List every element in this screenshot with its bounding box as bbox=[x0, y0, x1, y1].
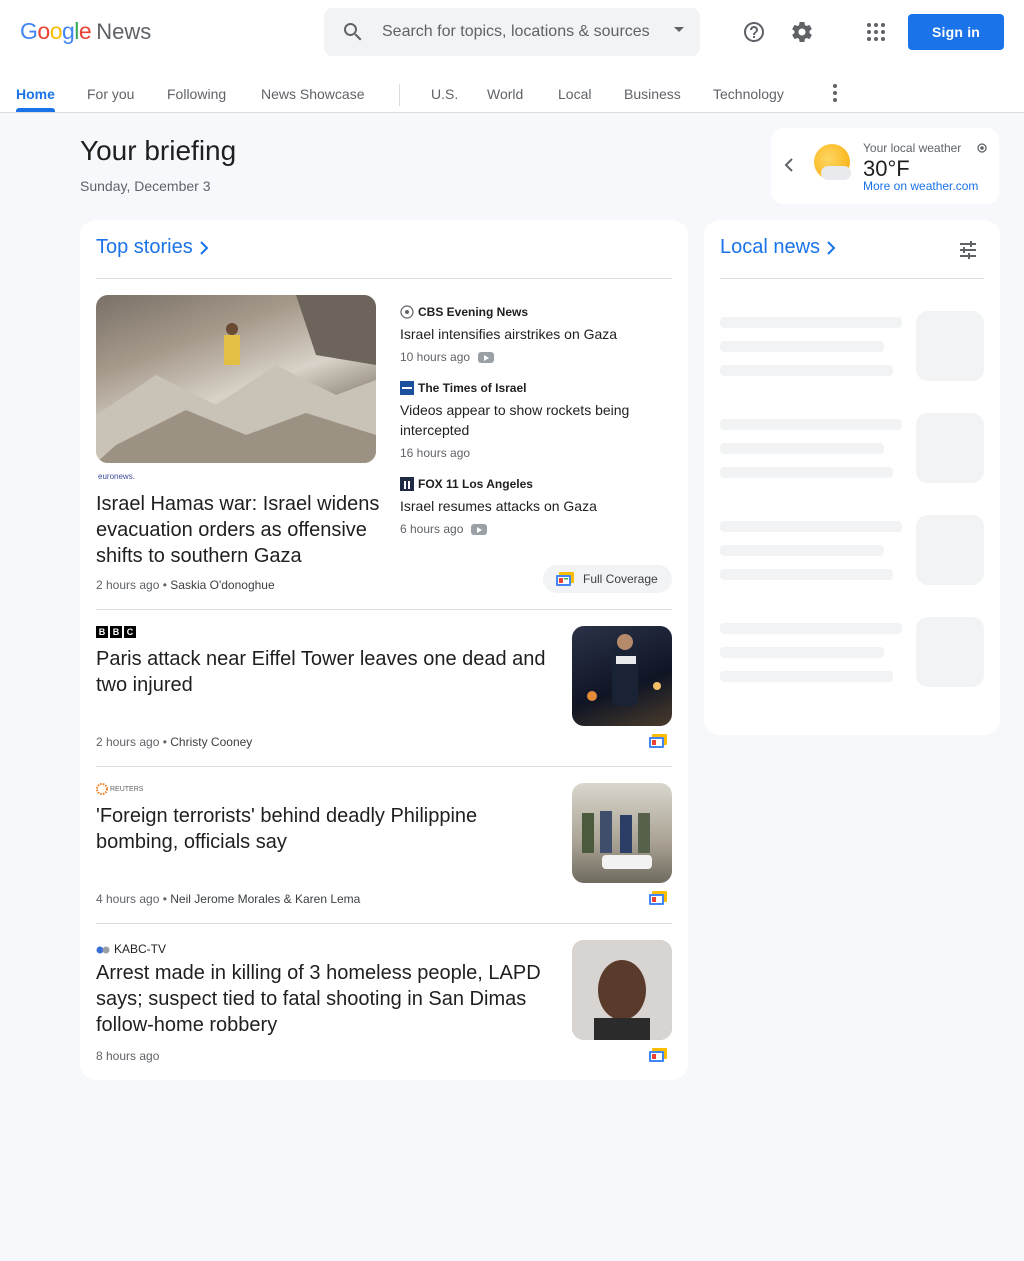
related-story-1[interactable]: CBS Evening News Israel intensifies airs… bbox=[400, 304, 672, 364]
briefing-title: Your briefing bbox=[80, 135, 237, 166]
full-coverage-icon[interactable] bbox=[649, 1048, 667, 1062]
nav-tab-world[interactable]: World bbox=[487, 86, 523, 102]
nav-tab-home[interactable]: Home bbox=[16, 86, 55, 102]
story-divider bbox=[96, 923, 672, 924]
briefing-date: Sunday, December 3 bbox=[80, 178, 211, 194]
full-coverage-button[interactable]: Full Coverage bbox=[543, 565, 672, 593]
story-title[interactable]: Arrest made in killing of 3 homeless peo… bbox=[96, 960, 556, 1038]
weather-widget[interactable]: Your local weather 30°F More on weather.… bbox=[771, 128, 999, 204]
reuters-logo: REUTERS bbox=[96, 783, 143, 795]
weather-label: Your local weather bbox=[863, 141, 962, 155]
story-thumbnail[interactable] bbox=[572, 940, 672, 1040]
section-divider bbox=[720, 278, 984, 279]
search-bar[interactable] bbox=[324, 8, 700, 56]
search-dropdown-icon[interactable] bbox=[674, 27, 684, 32]
times-of-israel-icon bbox=[400, 381, 414, 395]
story-title[interactable]: 'Foreign terrorists' behind deadly Phili… bbox=[96, 803, 556, 855]
full-coverage-icon[interactable] bbox=[649, 734, 667, 748]
local-news-heading[interactable]: Local news bbox=[720, 236, 836, 259]
nav-divider bbox=[399, 84, 400, 106]
cbs-eye-icon bbox=[400, 305, 414, 319]
more-vert-icon[interactable] bbox=[826, 82, 844, 104]
google-news-logo[interactable]: Google News bbox=[20, 18, 151, 48]
top-stories-heading[interactable]: Top stories bbox=[96, 236, 209, 259]
story-meta: 2 hours ago • Christy Cooney bbox=[96, 735, 253, 749]
related-story-2[interactable]: The Times of Israel Videos appear to sho… bbox=[400, 380, 672, 460]
chevron-left-icon[interactable] bbox=[783, 158, 795, 172]
related-source: FOX 11 Los Angeles bbox=[418, 477, 533, 491]
related-story-3[interactable]: FOX 11 Los Angeles Israel resumes attack… bbox=[400, 476, 672, 536]
top-stories-title[interactable]: Top stories bbox=[96, 236, 193, 259]
news-wordmark: News bbox=[96, 19, 152, 44]
top-stories-card: Top stories euronews. Israel Hamas war: … bbox=[80, 220, 688, 1080]
bbc-logo: B B C bbox=[96, 626, 136, 638]
related-time: 16 hours ago bbox=[400, 446, 471, 460]
search-input[interactable] bbox=[382, 20, 652, 44]
story-divider bbox=[96, 766, 672, 767]
euronews-logo: euronews. bbox=[98, 472, 135, 481]
rubble-scene-image bbox=[96, 295, 376, 463]
related-title[interactable]: Israel intensifies airstrikes on Gaza bbox=[400, 324, 672, 344]
nav-tab-following[interactable]: Following bbox=[167, 86, 226, 102]
chevron-right-icon bbox=[200, 240, 209, 255]
app-header: Google News Sign in Home For you Followi… bbox=[0, 0, 1024, 113]
full-coverage-icon[interactable] bbox=[649, 891, 667, 905]
kabc-icon bbox=[96, 946, 110, 954]
fox11-icon bbox=[400, 477, 414, 491]
story-title[interactable]: Paris attack near Eiffel Tower leaves on… bbox=[96, 646, 556, 698]
nav-tab-us[interactable]: U.S. bbox=[431, 86, 458, 102]
nav-tab-business[interactable]: Business bbox=[624, 86, 681, 102]
local-news-card: Local news bbox=[704, 220, 1000, 735]
settings-gear-icon[interactable] bbox=[790, 20, 814, 44]
related-source: CBS Evening News bbox=[418, 305, 529, 319]
story-divider bbox=[96, 609, 672, 610]
section-divider bbox=[96, 278, 672, 279]
help-icon[interactable] bbox=[742, 20, 766, 44]
story-meta: 4 hours ago • Neil Jerome Morales & Kare… bbox=[96, 892, 361, 906]
video-icon bbox=[478, 351, 495, 363]
hero-story-author: Saskia O'donoghue bbox=[170, 578, 275, 592]
story-meta: 8 hours ago bbox=[96, 1049, 160, 1063]
tune-settings-icon[interactable] bbox=[958, 240, 978, 260]
nav-tab-for-you[interactable]: For you bbox=[87, 86, 134, 102]
weather-link[interactable]: More on weather.com bbox=[863, 179, 978, 193]
nav-tab-technology[interactable]: Technology bbox=[713, 86, 784, 102]
video-icon bbox=[471, 523, 488, 535]
nav-tab-local[interactable]: Local bbox=[558, 86, 591, 102]
apps-grid-icon[interactable] bbox=[864, 20, 888, 44]
cloud-weather-icon bbox=[821, 166, 851, 180]
related-time: 6 hours ago bbox=[400, 522, 464, 536]
hero-story-title[interactable]: Israel Hamas war: Israel widens evacuati… bbox=[96, 491, 381, 569]
hero-story-time: 2 hours ago bbox=[96, 578, 160, 592]
story-thumbnail[interactable] bbox=[572, 626, 672, 726]
kabc-logo: KABC-TV bbox=[96, 942, 166, 956]
related-title[interactable]: Videos appear to show rockets being inte… bbox=[400, 400, 672, 440]
full-coverage-label: Full Coverage bbox=[583, 572, 658, 586]
search-icon[interactable] bbox=[341, 20, 365, 44]
sign-in-button[interactable]: Sign in bbox=[908, 14, 1004, 50]
related-source: The Times of Israel bbox=[418, 381, 527, 395]
active-tab-indicator bbox=[16, 108, 55, 112]
hero-story-meta: 2 hours ago • Saskia O'donoghue bbox=[96, 578, 275, 592]
chevron-right-icon bbox=[827, 240, 836, 255]
related-time: 10 hours ago bbox=[400, 350, 471, 364]
nav-tab-news-showcase[interactable]: News Showcase bbox=[261, 86, 365, 102]
hero-story-image[interactable] bbox=[96, 295, 376, 463]
location-icon[interactable] bbox=[976, 142, 988, 154]
local-news-title[interactable]: Local news bbox=[720, 236, 820, 259]
story-thumbnail[interactable] bbox=[572, 783, 672, 883]
related-title[interactable]: Israel resumes attacks on Gaza bbox=[400, 496, 672, 516]
full-coverage-icon bbox=[556, 572, 574, 586]
google-wordmark: Google bbox=[20, 18, 92, 44]
